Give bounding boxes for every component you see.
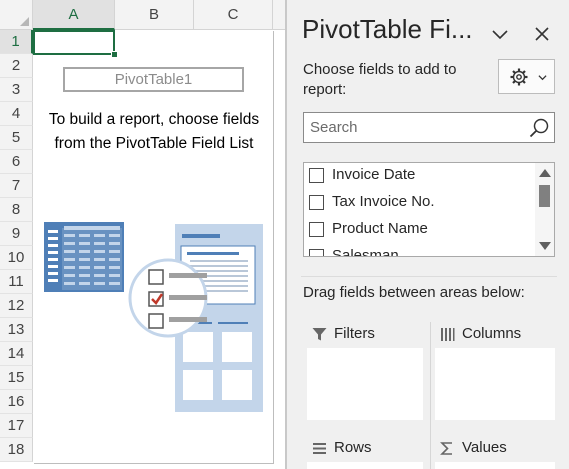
areas-divider <box>430 322 431 469</box>
row-header-9[interactable]: 9 <box>0 222 33 246</box>
values-label: Values <box>462 439 507 456</box>
row-header-2[interactable]: 2 <box>0 54 33 78</box>
filters-drop-area[interactable] <box>307 348 423 420</box>
field-checklist-graphic-icon <box>128 258 208 338</box>
chevron-down-icon <box>538 75 547 81</box>
pane-splitter[interactable] <box>301 276 557 277</box>
columns-label: Columns <box>462 325 522 342</box>
column-header-d-partial[interactable] <box>273 0 285 30</box>
row-header-5[interactable]: 5 <box>0 126 33 150</box>
row-header-1[interactable]: 1 <box>0 30 33 54</box>
columns-drop-area[interactable] <box>435 348 555 420</box>
pivot-table-name: PivotTable1 <box>63 67 244 92</box>
field-item-product-name[interactable]: Product Name <box>304 217 534 244</box>
row-header-8[interactable]: 8 <box>0 198 33 222</box>
pivot-field-list-pane: PivotTable Fi... Choose fields to add to… <box>286 0 569 469</box>
fill-handle[interactable] <box>111 51 118 58</box>
select-all-triangle-icon <box>20 17 29 26</box>
row-header-13[interactable]: 13 <box>0 318 33 342</box>
field-label: Tax Invoice No. <box>332 193 435 210</box>
scroll-thumb[interactable] <box>539 185 550 207</box>
row-header-15[interactable]: 15 <box>0 366 33 390</box>
row-header-14[interactable]: 14 <box>0 342 33 366</box>
table-graphic-icon <box>44 222 124 292</box>
tools-button[interactable] <box>498 59 555 94</box>
filters-label: Filters <box>334 325 375 342</box>
row-header-12[interactable]: 12 <box>0 294 33 318</box>
field-item-tax-invoice-no[interactable]: Tax Invoice No. <box>304 190 534 217</box>
field-list[interactable]: Invoice Date Tax Invoice No. Product Nam… <box>303 162 555 257</box>
column-header-c[interactable]: C <box>194 0 273 30</box>
search-input[interactable] <box>310 117 520 138</box>
column-header-b[interactable]: B <box>115 0 194 30</box>
row-header-17[interactable]: 17 <box>0 414 33 438</box>
values-drop-area[interactable] <box>435 462 555 469</box>
sigma-icon <box>440 442 452 455</box>
gear-icon <box>510 68 528 86</box>
field-label: Salesman <box>332 247 399 257</box>
rows-drop-area[interactable] <box>307 462 423 469</box>
select-all-corner[interactable] <box>0 0 33 30</box>
row-header-3[interactable]: 3 <box>0 78 33 102</box>
rows-label: Rows <box>334 439 372 456</box>
close-icon[interactable] <box>532 24 552 44</box>
field-label: Product Name <box>332 220 428 237</box>
field-checkbox[interactable] <box>309 249 324 256</box>
field-item-salesman[interactable]: Salesman <box>304 244 534 257</box>
column-header-a[interactable]: A <box>33 0 115 30</box>
filter-icon <box>312 328 327 341</box>
field-list-scrollbar[interactable] <box>535 163 554 256</box>
columns-icon <box>441 328 455 341</box>
worksheet[interactable]: A B C 1 2 3 4 5 6 7 8 9 10 11 12 13 14 15 16 17 18 PivotT… <box>0 0 285 469</box>
pivot-instruction-text: To build a report, choose fields from th… <box>48 111 260 152</box>
chevron-down-icon[interactable] <box>490 24 510 44</box>
field-label: Invoice Date <box>332 166 416 183</box>
rows-icon <box>313 443 326 454</box>
choose-fields-label: Choose fields to add to report: <box>303 61 457 98</box>
drag-fields-label: Drag fields between areas below: <box>303 284 525 301</box>
pane-title: PivotTable Fi... <box>302 14 473 44</box>
row-header-6[interactable]: 6 <box>0 150 33 174</box>
row-header-11[interactable]: 11 <box>0 270 33 294</box>
field-checkbox[interactable] <box>309 222 324 237</box>
row-header-10[interactable]: 10 <box>0 246 33 270</box>
row-header-18[interactable]: 18 <box>0 438 33 462</box>
field-item-invoice-date[interactable]: Invoice Date <box>304 163 534 190</box>
selected-cell-a1[interactable] <box>33 30 115 55</box>
scroll-down-arrow-icon[interactable] <box>539 242 551 250</box>
row-header-4[interactable]: 4 <box>0 102 33 126</box>
pivot-illustration <box>44 222 263 412</box>
row-header-7[interactable]: 7 <box>0 174 33 198</box>
field-checkbox[interactable] <box>309 195 324 210</box>
scroll-up-arrow-icon[interactable] <box>539 169 551 177</box>
row-header-16[interactable]: 16 <box>0 390 33 414</box>
search-icon[interactable] <box>528 117 550 139</box>
field-search-box[interactable] <box>303 112 555 143</box>
field-checkbox[interactable] <box>309 168 324 183</box>
